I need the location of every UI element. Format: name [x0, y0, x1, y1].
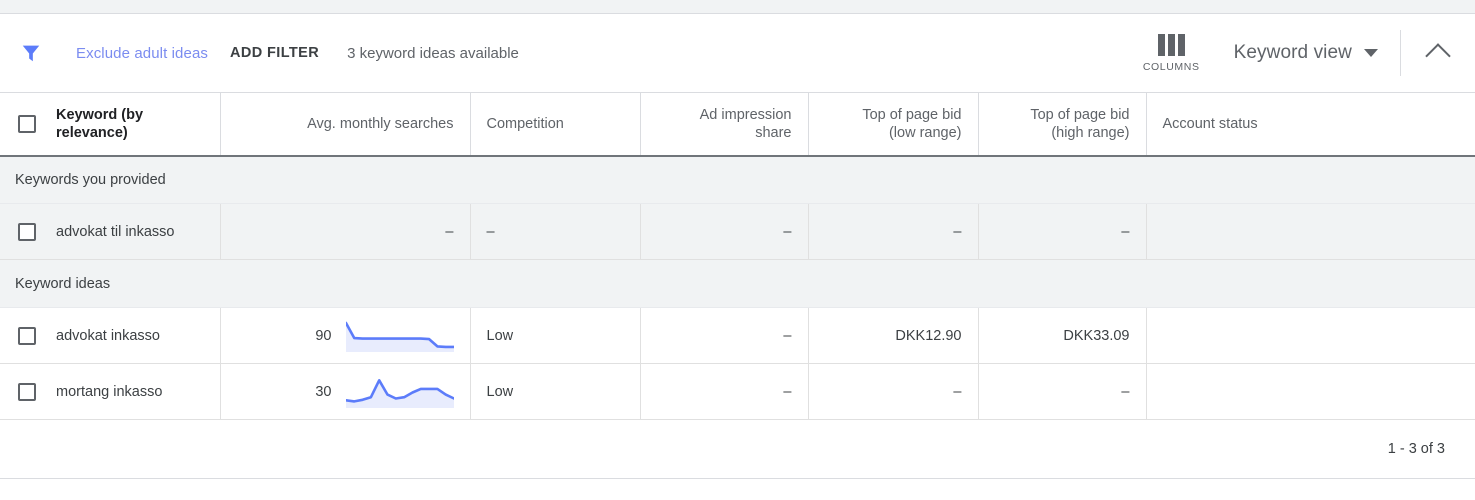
- cell-avg-monthly-searches: 30: [220, 363, 471, 420]
- cell-avg-monthly-searches: –: [220, 203, 471, 260]
- cell-competition: Low: [470, 363, 641, 420]
- ideas-available-count: 3 keyword ideas available: [347, 44, 519, 62]
- keyword-view-label: Keyword view: [1233, 42, 1352, 63]
- table-row[interactable]: mortang inkasso 30 Low – – –: [0, 363, 1475, 420]
- table-footer: 1 - 3 of 3: [0, 420, 1475, 478]
- avg-monthly-searches-value: 90: [315, 327, 332, 344]
- cell-keyword: advokat til inkasso: [0, 203, 221, 260]
- pagination-range: 1 - 3 of 3: [1387, 441, 1445, 457]
- cell-ad-impression-share: –: [640, 363, 809, 420]
- column-header-top-bid-low[interactable]: Top of page bid (low range): [808, 92, 979, 157]
- column-header-competition-label: Competition: [486, 115, 564, 132]
- cell-account-status: [1146, 307, 1475, 364]
- keyword-text: advokat til inkasso: [56, 223, 175, 240]
- bottom-fill: [0, 479, 1475, 485]
- table-row[interactable]: advokat inkasso 90 Low – DKK12.90 DKK33.09: [0, 307, 1475, 364]
- cell-avg-monthly-searches: 90: [220, 307, 471, 364]
- cell-competition: Low: [470, 307, 641, 364]
- table-header-row: Keyword (by relevance) Avg. monthly sear…: [0, 92, 1475, 157]
- table-header: Keyword (by relevance) Avg. monthly sear…: [0, 92, 1475, 157]
- column-header-keyword-label: Keyword (by relevance): [56, 106, 143, 142]
- table-row[interactable]: advokat til inkasso – – – – –: [0, 203, 1475, 260]
- column-header-account-status[interactable]: Account status: [1146, 92, 1475, 157]
- exclude-adult-ideas-chip[interactable]: Exclude adult ideas: [76, 45, 208, 62]
- add-filter-button[interactable]: ADD FILTER: [230, 45, 319, 61]
- cell-ad-impression-share: –: [640, 307, 809, 364]
- table-group-header-row: Keyword ideas: [0, 259, 1475, 308]
- filter-toolbar: Exclude adult ideas ADD FILTER 3 keyword…: [0, 14, 1475, 92]
- column-header-keyword[interactable]: Keyword (by relevance): [0, 92, 221, 157]
- keyword-planner-panel: Exclude adult ideas ADD FILTER 3 keyword…: [0, 0, 1475, 500]
- column-header-top-bid-low-line1: Top of page bid: [862, 106, 962, 123]
- table-body: Keywords you provided advokat til inkasso…: [0, 155, 1475, 420]
- cell-account-status: [1146, 363, 1475, 420]
- cell-top-bid-high: –: [978, 363, 1147, 420]
- cell-keyword: advokat inkasso: [0, 307, 221, 364]
- chevron-down-icon: [1364, 49, 1378, 57]
- row-checkbox[interactable]: [18, 222, 36, 241]
- chevron-up-icon: [1425, 43, 1451, 69]
- columns-icon: [1157, 33, 1185, 56]
- collapse-panel-button[interactable]: [1401, 41, 1475, 69]
- row-checkbox[interactable]: [18, 382, 36, 401]
- column-header-top-bid-low-line2: (low range): [888, 124, 962, 141]
- columns-button-label: COLUMNS: [1142, 60, 1200, 73]
- cell-keyword: mortang inkasso: [0, 363, 221, 420]
- columns-button[interactable]: COLUMNS: [1133, 32, 1210, 75]
- keyword-text: advokat inkasso: [56, 327, 160, 344]
- cell-top-bid-low: –: [808, 363, 979, 420]
- filter-icon-button[interactable]: [20, 42, 56, 64]
- column-header-ad-impression-share-line1: Ad impression: [699, 106, 792, 123]
- top-strip: [0, 0, 1475, 14]
- column-header-keyword-line2: relevance): [56, 124, 128, 141]
- keyword-text: mortang inkasso: [56, 383, 163, 400]
- keyword-ideas-table: Keyword (by relevance) Avg. monthly sear…: [0, 92, 1475, 420]
- table-group-title: Keywords you provided: [0, 155, 1475, 204]
- sparkline-chart: [345, 378, 454, 408]
- cell-ad-impression-share: –: [640, 203, 809, 260]
- sparkline-chart: [345, 321, 454, 352]
- cell-account-status: [1146, 203, 1475, 260]
- column-header-account-status-label: Account status: [1162, 115, 1258, 132]
- column-header-top-bid-high[interactable]: Top of page bid (high range): [978, 92, 1147, 157]
- cell-top-bid-low: –: [808, 203, 979, 260]
- cell-competition: –: [470, 203, 641, 260]
- column-header-top-bid-high-line1: Top of page bid: [1030, 106, 1130, 123]
- column-header-avg-monthly-searches-label: Avg. monthly searches: [307, 115, 454, 132]
- column-header-ad-impression-share-line2: share: [755, 124, 792, 141]
- table-group-header-row: Keywords you provided: [0, 155, 1475, 204]
- avg-monthly-searches-value: 30: [315, 383, 332, 400]
- keyword-view-dropdown[interactable]: Keyword view: [1234, 42, 1378, 64]
- avg-monthly-searches-value: –: [445, 223, 454, 240]
- column-header-ad-impression-share[interactable]: Ad impression share: [640, 92, 809, 157]
- cell-top-bid-high: DKK33.09: [978, 307, 1147, 364]
- column-header-competition[interactable]: Competition: [470, 92, 641, 157]
- funnel-icon: [22, 45, 40, 62]
- column-header-top-bid-high-line2: (high range): [1051, 124, 1130, 141]
- cell-top-bid-high: –: [978, 203, 1147, 260]
- cell-top-bid-low: DKK12.90: [808, 307, 979, 364]
- column-header-avg-monthly-searches[interactable]: Avg. monthly searches: [220, 92, 471, 157]
- column-header-keyword-line1: Keyword (by: [56, 106, 144, 123]
- table-group-title: Keyword ideas: [0, 259, 1475, 308]
- row-checkbox[interactable]: [18, 326, 36, 345]
- select-all-checkbox[interactable]: [18, 114, 36, 133]
